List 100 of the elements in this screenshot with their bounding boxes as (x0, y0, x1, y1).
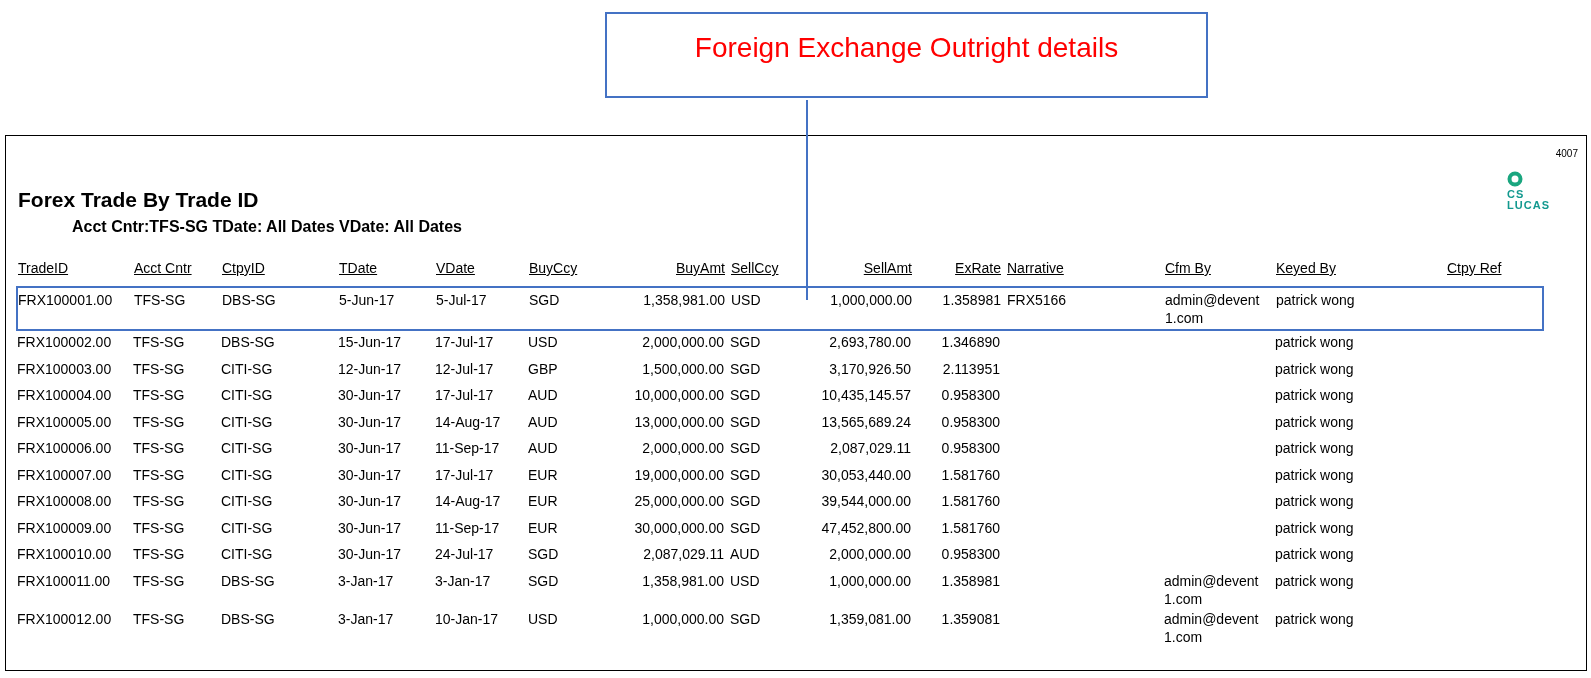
table-cell: patrick wong (1275, 545, 1354, 563)
table-cell: TFS-SG (134, 291, 186, 309)
column-header: Narrative (1007, 260, 1064, 278)
table-cell: USD (730, 571, 760, 590)
page-number: 4007 (1555, 148, 1578, 159)
column-header: BuyCcy (529, 260, 578, 278)
table-cell: 10-Jan-17 (435, 609, 499, 628)
table-cell: USD (528, 333, 558, 351)
table-cell: SGD (730, 333, 761, 351)
table-cell: patrick wong (1275, 386, 1354, 404)
table-cell: patrick wong (1275, 609, 1354, 628)
table-cell: EUR (528, 492, 558, 510)
table-cell: patrick wong (1275, 465, 1354, 484)
table-cell: SGD (528, 571, 559, 590)
table-cell-text: 13,000,000.00 (634, 412, 725, 431)
table-cell: 12-Jul-17 (435, 359, 494, 378)
table-cell: CITI-SG (221, 518, 273, 537)
table-cell: TFS-SG (133, 333, 185, 351)
table-cell-text: 1.359081 (941, 609, 1001, 628)
table-cell: 5-Jul-17 (436, 291, 487, 309)
table-cell-text: 2,000,000.00 (642, 439, 725, 457)
table-cell: 30-Jun-17 (338, 386, 402, 404)
table-cell-text: 1,358,981.00 (643, 291, 726, 309)
table-cell-text: 1.581760 (941, 465, 1001, 484)
table-cell: patrick wong (1275, 359, 1354, 378)
report-subtitle: Acct Cntr:TFS-SG TDate: All Dates VDate: All Dates (72, 218, 462, 236)
table-cell: 12-Jun-17 (338, 359, 402, 378)
table-cell-text: 1,000,000.00 (642, 609, 725, 628)
table-cell: 30-Jun-17 (338, 412, 402, 431)
table-cell-text: 1,500,000.00 (642, 359, 725, 378)
table-cell: TFS-SG (133, 545, 185, 563)
table-cell: TFS-SG (133, 359, 185, 378)
table-cell: CITI-SG (221, 386, 273, 404)
table-cell-text: 0.958300 (941, 386, 1001, 404)
table-cell: TFS-SG (133, 412, 185, 431)
table-cell: TFS-SG (133, 518, 185, 537)
table-cell-text: 1.358981 (942, 291, 1002, 309)
table-cell: GBP (528, 359, 558, 378)
column-header: VDate (436, 260, 475, 278)
table-cell-text: 47,452,800.00 (821, 518, 912, 537)
table-cell-text: 10,000,000.00 (634, 386, 725, 404)
table-cell: TFS-SG (133, 609, 185, 628)
table-cell: FRX100004.00 (17, 386, 112, 404)
table-cell: FRX100003.00 (17, 359, 112, 378)
table-cell: FRX100009.00 (17, 518, 112, 537)
table-cell-text: 1.581760 (941, 518, 1001, 537)
table-cell: 17-Jul-17 (435, 333, 494, 351)
column-header: SellAmt (863, 260, 913, 278)
table-cell: EUR (528, 518, 558, 537)
table-cell-text: 0.958300 (941, 412, 1001, 431)
table-cell: 30-Jun-17 (338, 518, 402, 537)
table-cell: AUD (528, 439, 558, 457)
table-cell-text: admin@devent1.com (1164, 609, 1260, 646)
table-cell: FRX100001.00 (18, 291, 113, 309)
table-cell-text: 2,087,029.11 (643, 545, 725, 563)
table-cell: FRX100011.00 (17, 571, 111, 590)
column-header: TradeID (18, 260, 69, 278)
company-logo: CS LUCAS (1507, 171, 1550, 211)
table-cell-text: 10,435,145.57 (821, 386, 912, 404)
table-cell-text: 1,359,081.00 (829, 609, 912, 628)
table-cell: FRX100005.00 (17, 412, 112, 431)
table-cell: 30-Jun-17 (338, 545, 402, 563)
report-title: Forex Trade By Trade ID (18, 188, 260, 212)
column-header: Keyed By (1276, 260, 1336, 278)
table-cell: FRX5166 (1007, 291, 1067, 309)
table-cell: TFS-SG (133, 465, 185, 484)
table-cell: 5-Jun-17 (339, 291, 395, 309)
table-cell-text: 0.958300 (941, 545, 1001, 563)
table-cell: CITI-SG (221, 412, 273, 431)
table-cell: SGD (730, 465, 761, 484)
table-cell-text: 39,544,000.00 (821, 492, 912, 510)
table-cell: patrick wong (1276, 291, 1355, 309)
column-header: TDate (339, 260, 378, 278)
table-cell: TFS-SG (133, 571, 185, 590)
table-cell: 15-Jun-17 (338, 333, 402, 351)
table-cell: EUR (528, 465, 558, 484)
column-header: ExRate (955, 260, 1002, 278)
column-header: BuyAmt (676, 260, 726, 278)
table-cell-text: 13,565,689.24 (821, 412, 912, 431)
table-cell-text: 1.581760 (941, 492, 1001, 510)
table-cell-text: 2,000,000.00 (642, 333, 725, 351)
table-cell: DBS-SG (221, 333, 275, 351)
table-cell-text: 2,087,029.11 (830, 439, 912, 457)
table-cell: AUD (528, 412, 558, 431)
table-cell-text: 1,000,000.00 (829, 571, 912, 590)
table-cell: SGD (730, 386, 761, 404)
table-cell: CITI-SG (221, 359, 273, 378)
table-cell-text: 30,000,000.00 (634, 518, 725, 537)
table-cell: SGD (730, 518, 761, 537)
callout-title: Foreign Exchange Outright details (694, 32, 1119, 65)
table-cell: DBS-SG (222, 291, 276, 309)
table-cell: FRX100002.00 (17, 333, 112, 351)
table-cell: FRX100008.00 (17, 492, 112, 510)
table-cell: AUD (730, 545, 760, 563)
table-cell: 30-Jun-17 (338, 439, 402, 457)
table-cell: CITI-SG (221, 545, 273, 563)
table-cell: USD (528, 609, 558, 628)
table-cell-text: 2,693,780.00 (829, 333, 912, 351)
table-cell: SGD (730, 359, 761, 378)
table-cell: SGD (529, 291, 560, 309)
